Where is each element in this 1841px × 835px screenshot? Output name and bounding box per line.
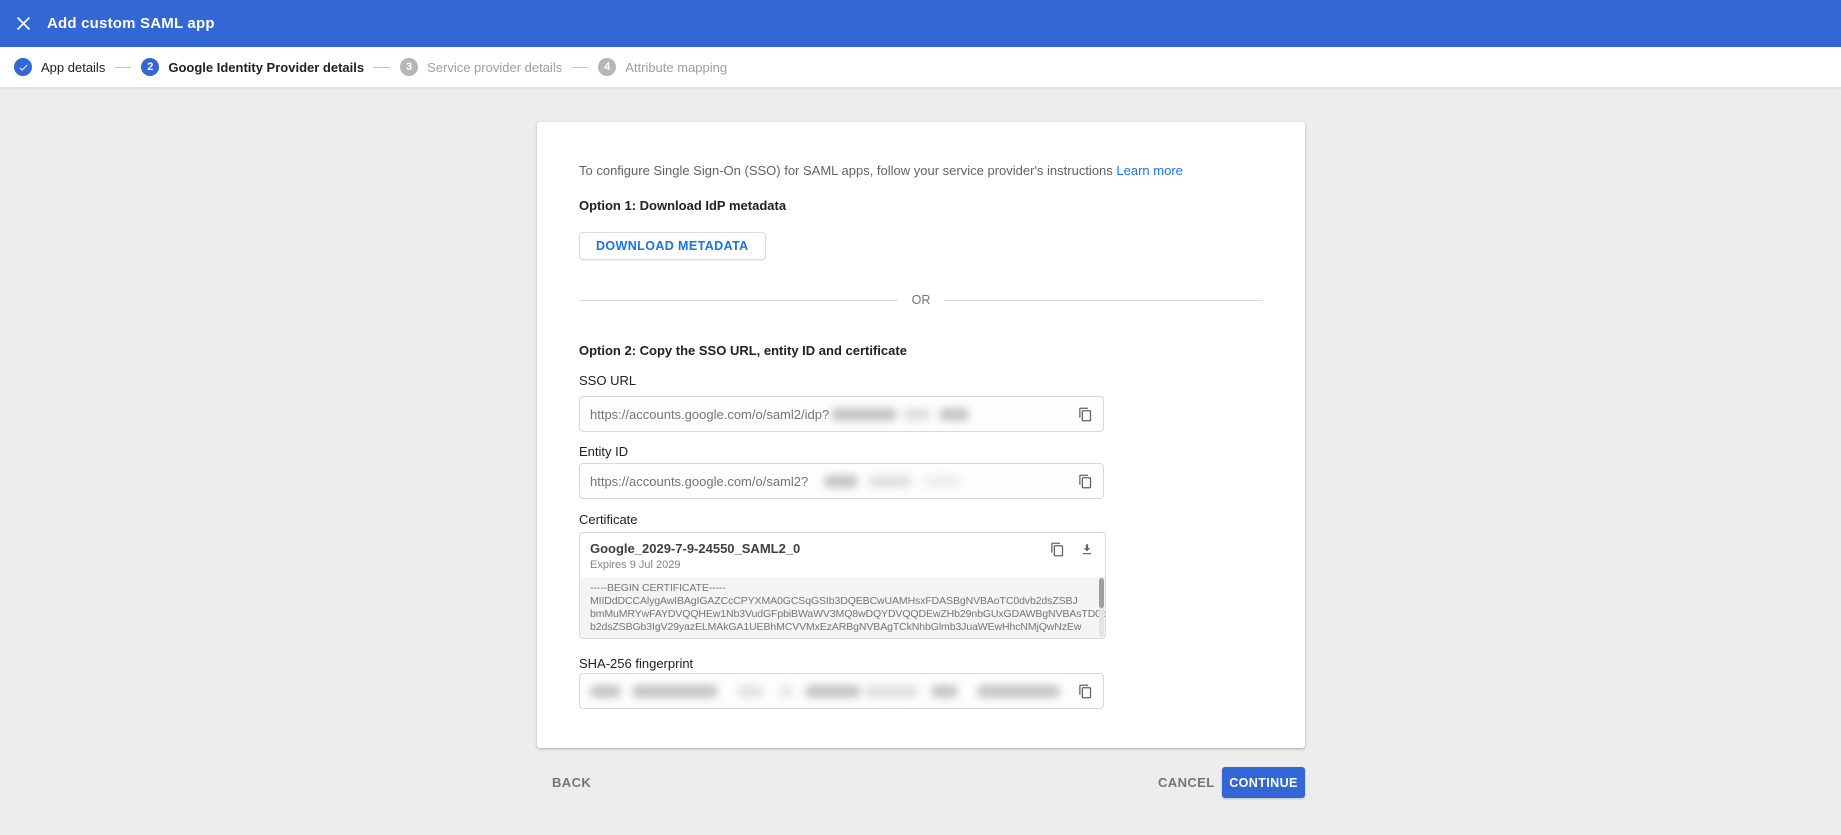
copy-icon <box>1078 407 1091 421</box>
certificate-body[interactable]: -----BEGIN CERTIFICATE----- MIIDdDCCAlyg… <box>580 577 1105 638</box>
redacted-blur <box>824 474 859 488</box>
step-separator <box>572 66 589 68</box>
step-completed-circle <box>14 58 32 76</box>
step-separator <box>374 66 391 68</box>
redacted-blur <box>590 684 621 698</box>
sso-url-value: https://accounts.google.com/o/saml2/idp? <box>590 406 830 422</box>
step-app-details[interactable]: App details <box>14 58 105 76</box>
entity-id-value: https://accounts.google.com/o/saml2? <box>590 473 809 489</box>
scrollbar-thumb[interactable] <box>1099 578 1104 608</box>
copy-icon <box>1050 542 1063 556</box>
certificate-line: -----BEGIN CERTIFICATE----- <box>590 582 726 594</box>
step-google-idp-details[interactable]: 2 Google Identity Provider details <box>141 58 364 76</box>
redacted-blur <box>868 474 913 488</box>
stepper: App details 2 Google Identity Provider d… <box>0 47 1841 88</box>
back-button[interactable]: BACK <box>546 767 597 797</box>
close-button[interactable] <box>0 0 47 47</box>
redacted-blur <box>903 407 932 421</box>
copy-icon <box>1078 474 1091 488</box>
divider-line <box>944 299 1263 301</box>
redacted-blur <box>737 684 764 698</box>
step-pending-circle: 4 <box>598 58 617 76</box>
sha256-fingerprint-field[interactable] <box>579 673 1104 709</box>
divider-line <box>579 299 898 301</box>
redacted-blur <box>632 684 718 698</box>
step-active-circle: 2 <box>141 58 160 76</box>
continue-button[interactable]: CONTINUE <box>1222 767 1305 798</box>
step-label: Attribute mapping <box>625 59 728 75</box>
app-bar: Add custom SAML app <box>0 0 1841 47</box>
entity-id-label: Entity ID <box>579 444 629 459</box>
copy-icon <box>1078 684 1091 698</box>
copy-fingerprint-button[interactable] <box>1075 681 1095 701</box>
option2-heading: Option 2: Copy the SSO URL, entity ID an… <box>579 343 907 358</box>
intro-sentence: To configure Single Sign-On (SSO) for SA… <box>579 163 1113 178</box>
download-certificate-button[interactable] <box>1077 539 1097 559</box>
step-label: Service provider details <box>427 59 563 75</box>
copy-certificate-button[interactable] <box>1047 539 1067 559</box>
idp-details-card: To configure Single Sign-On (SSO) for SA… <box>537 122 1305 748</box>
redacted-blur <box>805 684 861 698</box>
step-service-provider-details[interactable]: 3 Service provider details <box>400 58 562 76</box>
redacted-blur <box>977 684 1060 698</box>
add-custom-saml-app-dialog: Add custom SAML app App details 2 Google… <box>0 0 1841 835</box>
learn-more-link[interactable]: Learn more <box>1116 163 1182 178</box>
step-label: Google Identity Provider details <box>168 59 365 75</box>
redacted-blur <box>939 407 970 421</box>
dialog-title: Add custom SAML app <box>47 15 215 32</box>
intro-text: To configure Single Sign-On (SSO) for SA… <box>579 163 1219 178</box>
certificate-line: b2dsZSBGb3IgV29yazELMAkGA1UEBhMCVVMxEzAR… <box>590 621 1082 633</box>
redacted-blur <box>931 684 958 698</box>
certificate-line: MIIDdDCCAlygAwIBAgIGAZCcCPYXMA0GCSqGSIb3… <box>590 595 1078 607</box>
certificate-box: Google_2029-7-9-24550_SAML2_0 Expires 9 … <box>579 532 1106 639</box>
certificate-line: bmMuMRYwFAYDVQQHEw1Nb3VudGFpbiBWaWV3MQ8w… <box>590 608 1105 620</box>
option1-heading: Option 1: Download IdP metadata <box>579 198 787 213</box>
sha256-fingerprint-label: SHA-256 fingerprint <box>579 656 694 671</box>
step-attribute-mapping[interactable]: 4 Attribute mapping <box>598 58 727 76</box>
sso-url-label: SSO URL <box>579 373 637 388</box>
entity-id-field[interactable]: https://accounts.google.com/o/saml2? <box>579 463 1104 499</box>
redacted-blur <box>864 684 918 698</box>
certificate-label: Certificate <box>579 512 638 527</box>
copy-sso-url-button[interactable] <box>1075 404 1095 424</box>
redacted-blur <box>924 474 963 488</box>
copy-entity-id-button[interactable] <box>1075 471 1095 491</box>
certificate-header: Google_2029-7-9-24550_SAML2_0 Expires 9 … <box>580 533 1105 577</box>
download-metadata-button[interactable]: DOWNLOAD METADATA <box>579 232 766 260</box>
step-pending-circle: 3 <box>400 58 419 76</box>
step-separator <box>115 66 132 68</box>
sso-url-field[interactable]: https://accounts.google.com/o/saml2/idp? <box>579 396 1104 432</box>
certificate-expiry: Expires 9 Jul 2029 <box>590 559 681 571</box>
cancel-button[interactable]: CANCEL <box>1152 767 1221 797</box>
redacted-blur <box>779 684 793 698</box>
check-icon <box>19 64 28 71</box>
close-icon <box>16 16 31 31</box>
certificate-name: Google_2029-7-9-24550_SAML2_0 <box>590 541 801 556</box>
step-label: App details <box>41 59 106 75</box>
or-divider: OR <box>579 293 1263 307</box>
download-icon <box>1082 544 1092 555</box>
or-label: OR <box>911 293 931 307</box>
redacted-blur <box>831 407 898 421</box>
